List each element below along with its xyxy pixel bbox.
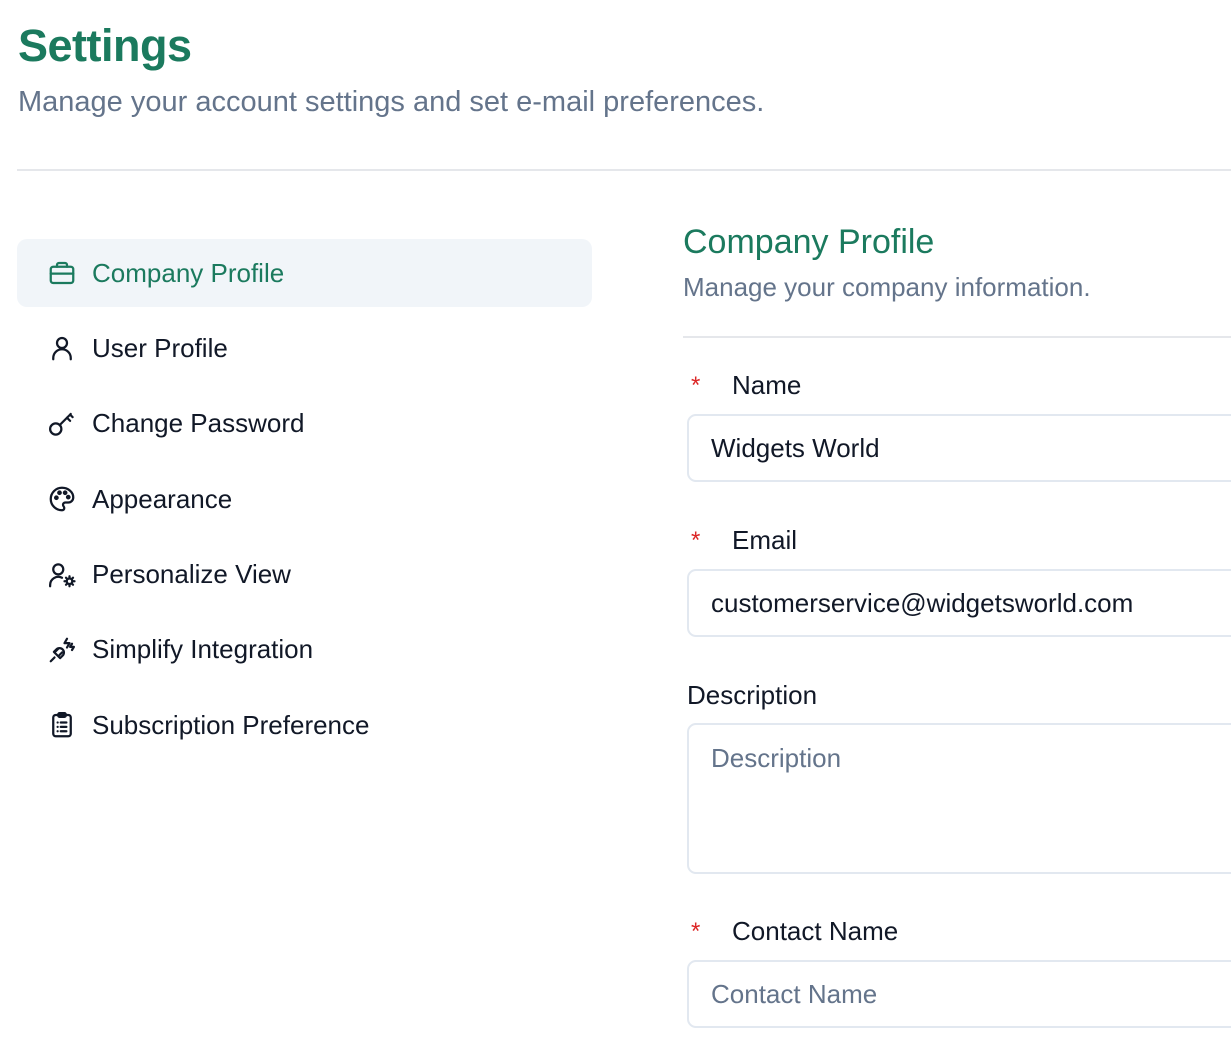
section-divider xyxy=(683,336,1231,338)
required-marker: * xyxy=(691,526,701,554)
sidebar-item-personalize-view[interactable]: Personalize View xyxy=(17,541,592,609)
key-icon xyxy=(47,409,77,439)
contact-name-label: * Contact Name xyxy=(687,916,898,947)
contact-name-input[interactable] xyxy=(687,960,1231,1028)
clipboard-list-icon xyxy=(47,710,77,740)
sidebar-item-change-password[interactable]: Change Password xyxy=(17,390,592,458)
required-marker: * xyxy=(691,371,701,399)
plug-icon xyxy=(47,635,77,665)
settings-sidebar: Company Profile User Profile Change Pass… xyxy=(17,239,592,767)
page-title: Settings xyxy=(18,20,192,71)
sidebar-item-label: Subscription Preference xyxy=(92,709,370,740)
description-label: Description xyxy=(687,680,817,711)
briefcase-icon xyxy=(47,258,77,288)
company-profile-panel: Company Profile Manage your company info… xyxy=(683,220,1231,1028)
description-textarea[interactable] xyxy=(687,723,1231,874)
required-marker: * xyxy=(691,917,701,945)
user-icon xyxy=(47,333,77,363)
sidebar-item-label: Personalize View xyxy=(92,559,291,590)
description-label-text: Description xyxy=(687,680,818,710)
name-input[interactable] xyxy=(687,414,1231,482)
palette-icon xyxy=(47,484,77,514)
sidebar-item-subscription-preference[interactable]: Subscription Preference xyxy=(17,691,592,759)
header-divider xyxy=(17,169,1231,171)
email-label: * Email xyxy=(687,525,797,556)
sidebar-item-label: User Profile xyxy=(92,332,228,363)
name-label-text: Name xyxy=(732,370,802,400)
sidebar-item-simplify-integration[interactable]: Simplify Integration xyxy=(17,616,592,684)
name-label: * Name xyxy=(687,370,801,401)
email-input[interactable] xyxy=(687,569,1231,637)
sidebar-item-label: Company Profile xyxy=(92,257,285,288)
sidebar-item-user-profile[interactable]: User Profile xyxy=(17,314,592,382)
contact-name-label-text: Contact Name xyxy=(732,916,899,946)
sidebar-item-appearance[interactable]: Appearance xyxy=(17,465,592,533)
email-label-text: Email xyxy=(732,525,798,555)
sidebar-item-label: Appearance xyxy=(92,483,233,514)
page-subtitle: Manage your account settings and set e-m… xyxy=(18,86,765,118)
section-title: Company Profile xyxy=(683,223,935,261)
sidebar-item-company-profile[interactable]: Company Profile xyxy=(17,239,592,307)
user-cog-icon xyxy=(47,560,77,590)
sidebar-item-label: Change Password xyxy=(92,408,305,439)
sidebar-item-label: Simplify Integration xyxy=(92,634,314,665)
section-subtitle: Manage your company information. xyxy=(683,272,1091,302)
